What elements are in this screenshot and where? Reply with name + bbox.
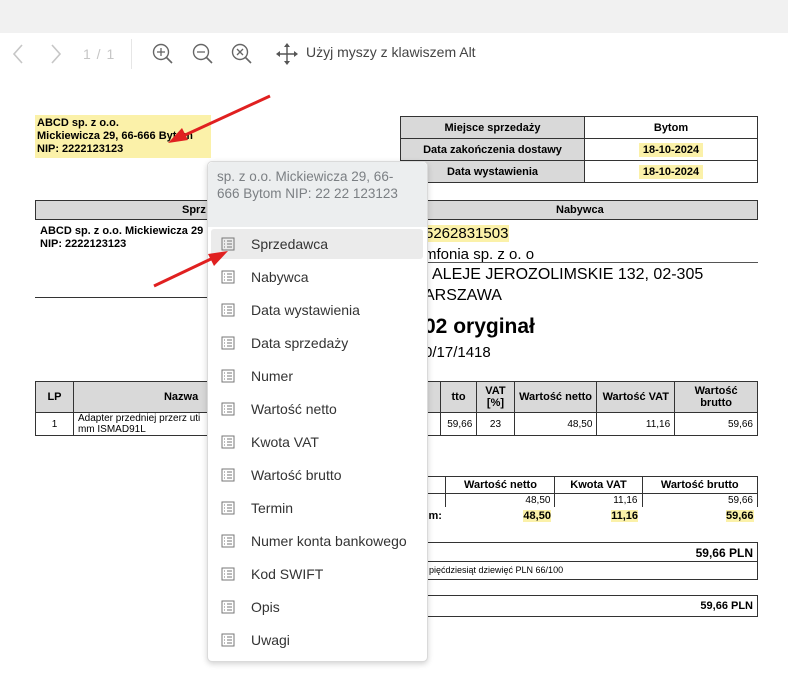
menu-item-wartosc-brutto[interactable]: Wartość brutto	[211, 460, 423, 490]
alt-hint-text: Użyj myszy z klawiszem Alt	[306, 44, 476, 60]
menu-item-numer[interactable]: Numer	[211, 361, 423, 391]
move-arrows-icon	[276, 43, 298, 65]
menu-item-label: Kwota VAT	[251, 434, 319, 450]
buyer-nip[interactable]: 5262831503	[424, 225, 510, 242]
buyer-divider	[424, 262, 758, 263]
menu-item-termin[interactable]: Termin	[211, 493, 423, 523]
seller-details: ABCD sp. z o.o. Mickiewicza 29 NIP: 2222…	[40, 225, 204, 250]
menu-item-uwagi[interactable]: Uwagi	[211, 625, 423, 655]
field-context-menu: sp. z o.o. Mickiewicza 29, 66-666 Bytom …	[207, 161, 428, 662]
form-field-icon	[221, 633, 235, 647]
paid-box: 59,66 PLN	[424, 595, 758, 617]
form-field-icon	[221, 501, 235, 515]
chevron-right-icon	[51, 44, 62, 64]
chevron-left-icon	[12, 44, 23, 64]
menu-item-wartosc-netto[interactable]: Wartość netto	[211, 394, 423, 424]
menu-item-data-sprzedazy[interactable]: Data sprzedaży	[211, 328, 423, 358]
menu-item-kod-swift[interactable]: Kod SWIFT	[211, 559, 423, 589]
menu-item-sprzedawca[interactable]: Sprzedawca	[211, 229, 423, 259]
meta-row-issue-date: Data wystawienia 18-10-2024	[400, 160, 758, 183]
summary-table: Wartość netto Kwota VAT Wartość brutto 4…	[423, 476, 758, 524]
menu-selection-preview: sp. z o.o. Mickiewicza 29, 66-666 Bytom …	[208, 162, 427, 227]
zoom-in-button[interactable]	[150, 41, 176, 67]
menu-item-label: Kod SWIFT	[251, 566, 324, 582]
menu-item-label: Termin	[251, 500, 294, 516]
form-field-icon	[221, 402, 235, 416]
menu-item-label: Numer	[251, 368, 294, 384]
menu-item-label: Wartość brutto	[251, 467, 342, 483]
invoice-title: 02 oryginał	[424, 315, 535, 338]
meta-row-place: Miejsce sprzedaży Bytom	[400, 116, 758, 139]
meta-row-delivery-date: Data zakończenia dostawy 18-10-2024	[400, 138, 758, 161]
menu-item-label: Sprzedawca	[251, 236, 329, 252]
form-field-icon	[221, 303, 235, 317]
buyer-name: mfonia sp. z o. o	[424, 246, 535, 263]
form-field-icon	[221, 468, 235, 482]
to-pay-box: 59,66 PLN	[424, 542, 758, 562]
summary-header-row: Wartość netto Kwota VAT Wartość brutto	[423, 476, 758, 494]
seller-address-block[interactable]: ABCD sp. z o.o. Mickiewicza 29, 66-666 B…	[35, 115, 211, 158]
pan-button[interactable]	[274, 41, 300, 67]
zoom-out-icon	[192, 43, 213, 64]
zoom-reset-icon	[231, 43, 252, 64]
menu-item-nabywca[interactable]: Nabywca	[211, 262, 423, 292]
invoice-number: 0/17/1418	[424, 344, 491, 361]
menu-item-data-wystawienia[interactable]: Data wystawienia	[211, 295, 423, 325]
summary-total-row: m: 48,50 11,16 59,66	[428, 509, 754, 522]
form-field-icon	[221, 237, 235, 251]
invoice-meta-table: Miejsce sprzedaży Bytom Data zakończenia…	[400, 116, 758, 183]
form-field-icon	[221, 600, 235, 614]
form-field-icon	[221, 567, 235, 581]
menu-item-label: Wartość netto	[251, 401, 337, 417]
menu-item-label: Data wystawienia	[251, 302, 360, 318]
amount-in-words: pięćdziesiąt dziewięć PLN 66/100	[424, 562, 758, 580]
form-field-icon	[221, 534, 235, 548]
menu-item-kwota-vat[interactable]: Kwota VAT	[211, 427, 423, 457]
zoom-in-icon	[152, 43, 173, 64]
form-field-icon	[221, 369, 235, 383]
page-indicator: 1 / 1	[83, 46, 116, 62]
form-field-icon	[221, 270, 235, 284]
menu-item-opis[interactable]: Opis	[211, 592, 423, 622]
toolbar-divider	[131, 39, 132, 69]
next-page-button[interactable]	[43, 41, 69, 67]
menu-item-label: Nabywca	[251, 269, 309, 285]
menu-item-label: Opis	[251, 599, 280, 615]
form-field-icon	[221, 435, 235, 449]
menu-item-label: Uwagi	[251, 632, 290, 648]
menu-item-label: Numer konta bankowego	[251, 533, 407, 549]
summary-row: 48,50 11,16 59,66	[423, 493, 758, 507]
zoom-reset-button[interactable]	[229, 41, 255, 67]
seller-divider	[35, 297, 207, 298]
form-field-icon	[221, 336, 235, 350]
menu-item-label: Data sprzedaży	[251, 335, 349, 351]
zoom-out-button[interactable]	[190, 41, 216, 67]
menu-item-numer-konta-bankowego[interactable]: Numer konta bankowego	[211, 526, 423, 556]
previous-page-button[interactable]	[5, 41, 31, 67]
top-strip	[0, 0, 788, 33]
pdf-toolbar: 1 / 1 Użyj myszy z klawiszem Alt	[0, 33, 788, 75]
buyer-address: . ALEJE JEROZOLIMSKIE 132, 02-305 ARSZAW…	[424, 266, 704, 304]
